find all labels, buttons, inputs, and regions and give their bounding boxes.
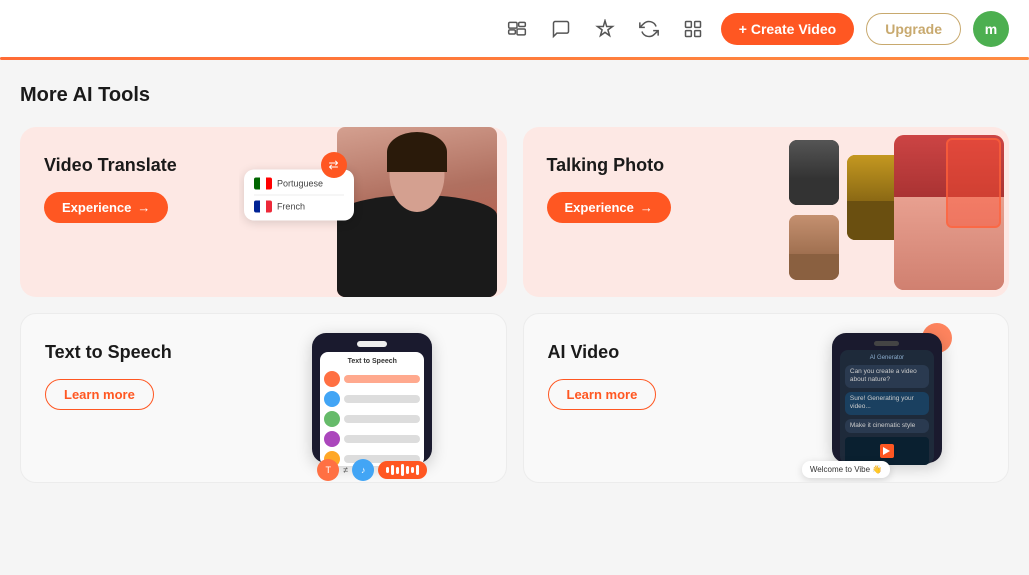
cards-grid: Video Translate Experience → — [20, 127, 1009, 483]
chat-icon[interactable] — [545, 13, 577, 45]
multi-screen-icon[interactable] — [501, 13, 533, 45]
ai-video-card: AI Video Learn more AI Generator Can you… — [523, 313, 1010, 483]
tts-separator: ≠ — [343, 465, 348, 475]
aiv-welcome-card: Welcome to Vibe 👋 — [802, 461, 890, 478]
arrow-icon: → — [137, 200, 150, 215]
arrow-icon-2: → — [640, 200, 653, 215]
tp-photo-large — [894, 135, 1004, 290]
experience-label-2: Experience — [565, 200, 634, 215]
main-content: More AI Tools Video Translate Experience… — [0, 60, 1029, 503]
tts-icon-2: ♪ — [352, 459, 374, 481]
tp-phone-overlay — [946, 138, 1001, 228]
sparkle-icon[interactable] — [589, 13, 621, 45]
video-translate-card: Video Translate Experience → — [20, 127, 507, 297]
aiv-bubble-3: Make it cinematic style — [845, 419, 929, 433]
text-to-speech-card: Text to Speech Learn more Text to Speech — [20, 313, 507, 483]
tts-waveform — [378, 461, 427, 479]
ai-video-learn-more-button[interactable]: Learn more — [548, 379, 657, 410]
ai-video-content: AI Video Learn more — [548, 342, 985, 410]
section-title: More AI Tools — [20, 84, 1009, 107]
upgrade-button[interactable]: Upgrade — [866, 13, 961, 45]
avatar[interactable]: m — [973, 11, 1009, 47]
header: + Create Video Upgrade m — [0, 0, 1029, 60]
ai-video-title: AI Video — [548, 342, 985, 363]
tts-icon-1: T — [317, 459, 339, 481]
vt-arrow-circle: ⇄ — [321, 152, 347, 178]
tts-content: Text to Speech Learn more — [45, 342, 482, 410]
tts-icons-row: T ≠ ♪ — [317, 459, 427, 481]
experience-label: Experience — [62, 200, 131, 215]
grid-icon[interactable] — [677, 13, 709, 45]
video-translate-experience-button[interactable]: Experience → — [44, 192, 168, 223]
create-video-button[interactable]: + Create Video — [721, 13, 854, 45]
tts-title: Text to Speech — [45, 342, 482, 363]
tp-photo-small-2 — [789, 215, 839, 280]
talking-photo-card: Talking Photo Experience → — [523, 127, 1010, 297]
tts-learn-more-button[interactable]: Learn more — [45, 379, 154, 410]
refresh-icon[interactable] — [633, 13, 665, 45]
talking-photo-experience-button[interactable]: Experience → — [547, 192, 671, 223]
